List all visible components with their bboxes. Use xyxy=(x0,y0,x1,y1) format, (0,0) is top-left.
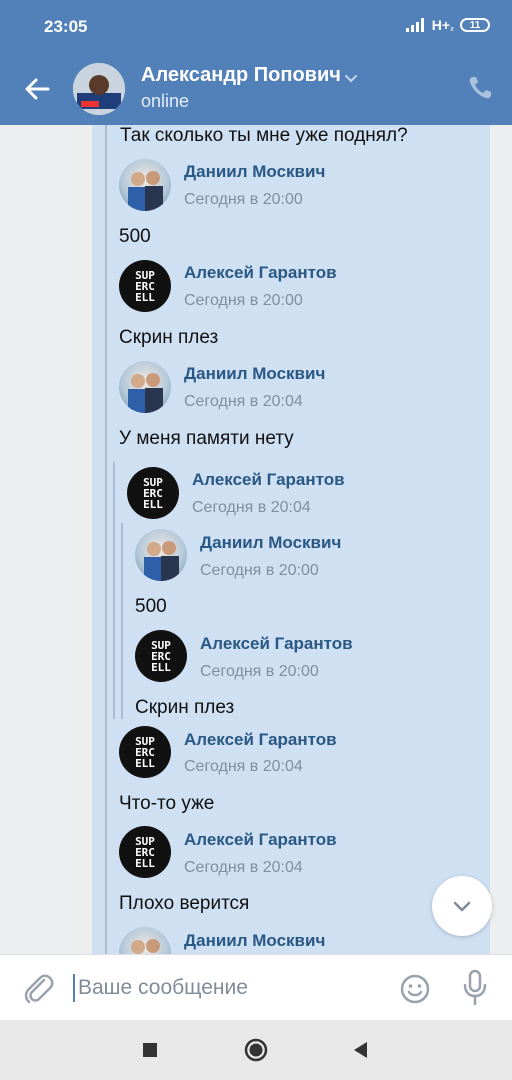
contact-avatar[interactable] xyxy=(73,63,125,115)
chat-area[interactable]: Так сколько ты мне уже поднял? Даниил Мо… xyxy=(0,125,512,954)
avatar-daniil[interactable] xyxy=(119,361,171,413)
status-bar: 23:05 H+₂ 11 xyxy=(0,0,512,55)
text-caret xyxy=(73,974,75,1002)
contact-name[interactable]: Александр Попович xyxy=(141,64,341,87)
scroll-down-button[interactable] xyxy=(432,876,492,936)
system-nav-bar xyxy=(0,1020,512,1080)
forward-line xyxy=(121,523,123,719)
supercell-logo: SUP ERC ELL xyxy=(135,268,155,304)
message-time: Сегодня в 20:04 xyxy=(192,499,311,516)
message-text: Скрин плез xyxy=(119,327,219,348)
message-text: 500 xyxy=(119,226,151,247)
message-time: Сегодня в 20:00 xyxy=(184,191,303,208)
app-header: 23:05 H+₂ 11 Александр Попович online xyxy=(0,0,512,125)
author-name[interactable]: Алексей Гарантов xyxy=(184,263,337,283)
message-input[interactable] xyxy=(78,973,378,1003)
supercell-logo: SUP ERC ELL xyxy=(135,834,155,870)
status-icons: H+₂ 11 xyxy=(405,17,490,33)
avatar-supercell[interactable]: SUP ERC ELL xyxy=(127,467,179,519)
forward-line xyxy=(113,462,115,719)
author-name[interactable]: Даниил Москвич xyxy=(184,162,325,182)
author-name[interactable]: Даниил Москвич xyxy=(184,364,325,384)
message-composer xyxy=(0,954,512,1020)
message-time: Сегодня в 20:00 xyxy=(200,562,319,579)
status-time: 23:05 xyxy=(44,17,88,36)
smiley-icon[interactable] xyxy=(399,973,431,1005)
message-text: Скрин плез xyxy=(135,697,235,718)
author-name[interactable]: Алексей Гарантов xyxy=(192,470,345,490)
chevron-down-icon[interactable] xyxy=(343,70,359,86)
network-type: H+₂ xyxy=(431,17,454,33)
chevron-down-icon xyxy=(453,901,471,912)
author-name[interactable]: Даниил Москвич xyxy=(184,931,325,951)
back-arrow-icon[interactable] xyxy=(20,72,54,106)
signal-icon xyxy=(405,18,424,32)
back-icon[interactable] xyxy=(346,1035,376,1065)
author-name[interactable]: Алексей Гарантов xyxy=(184,730,337,750)
message-time: Сегодня в 20:04 xyxy=(184,859,303,876)
message-text: 500 xyxy=(135,596,167,617)
message-text: Плохо верится xyxy=(119,893,250,914)
message-time: Сегодня в 20:04 xyxy=(184,393,303,410)
recent-apps-icon[interactable] xyxy=(135,1035,165,1065)
supercell-logo: SUP ERC ELL xyxy=(151,638,171,674)
supercell-logo: SUP ERC ELL xyxy=(135,734,155,770)
message-time: Сегодня в 20:00 xyxy=(184,292,303,309)
avatar-supercell[interactable]: SUP ERC ELL xyxy=(119,726,171,778)
battery-icon: 11 xyxy=(460,18,490,32)
contact-status: online xyxy=(141,91,190,111)
author-name[interactable]: Даниил Москвич xyxy=(200,533,341,553)
avatar-supercell[interactable]: SUP ERC ELL xyxy=(119,260,171,312)
message-time: Сегодня в 20:04 xyxy=(184,758,303,775)
message-time: Сегодня в 20:00 xyxy=(200,663,319,680)
author-name[interactable]: Алексей Гарантов xyxy=(184,830,337,850)
author-name[interactable]: Алексей Гарантов xyxy=(200,634,353,654)
supercell-logo: SUP ERC ELL xyxy=(143,475,163,511)
avatar-daniil[interactable] xyxy=(135,529,187,581)
avatar-supercell[interactable]: SUP ERC ELL xyxy=(119,826,171,878)
home-icon[interactable] xyxy=(241,1035,271,1065)
message-text: У меня памяти нету xyxy=(119,428,294,449)
phone-icon[interactable] xyxy=(466,74,494,102)
microphone-icon[interactable] xyxy=(460,969,490,1007)
message-text: Так сколько ты мне уже поднял? xyxy=(120,125,408,146)
message-text: Что-то уже xyxy=(119,793,215,814)
avatar-supercell[interactable]: SUP ERC ELL xyxy=(135,630,187,682)
avatar-daniil[interactable] xyxy=(119,159,171,211)
paperclip-icon[interactable] xyxy=(22,971,54,1005)
forward-line xyxy=(105,125,107,954)
